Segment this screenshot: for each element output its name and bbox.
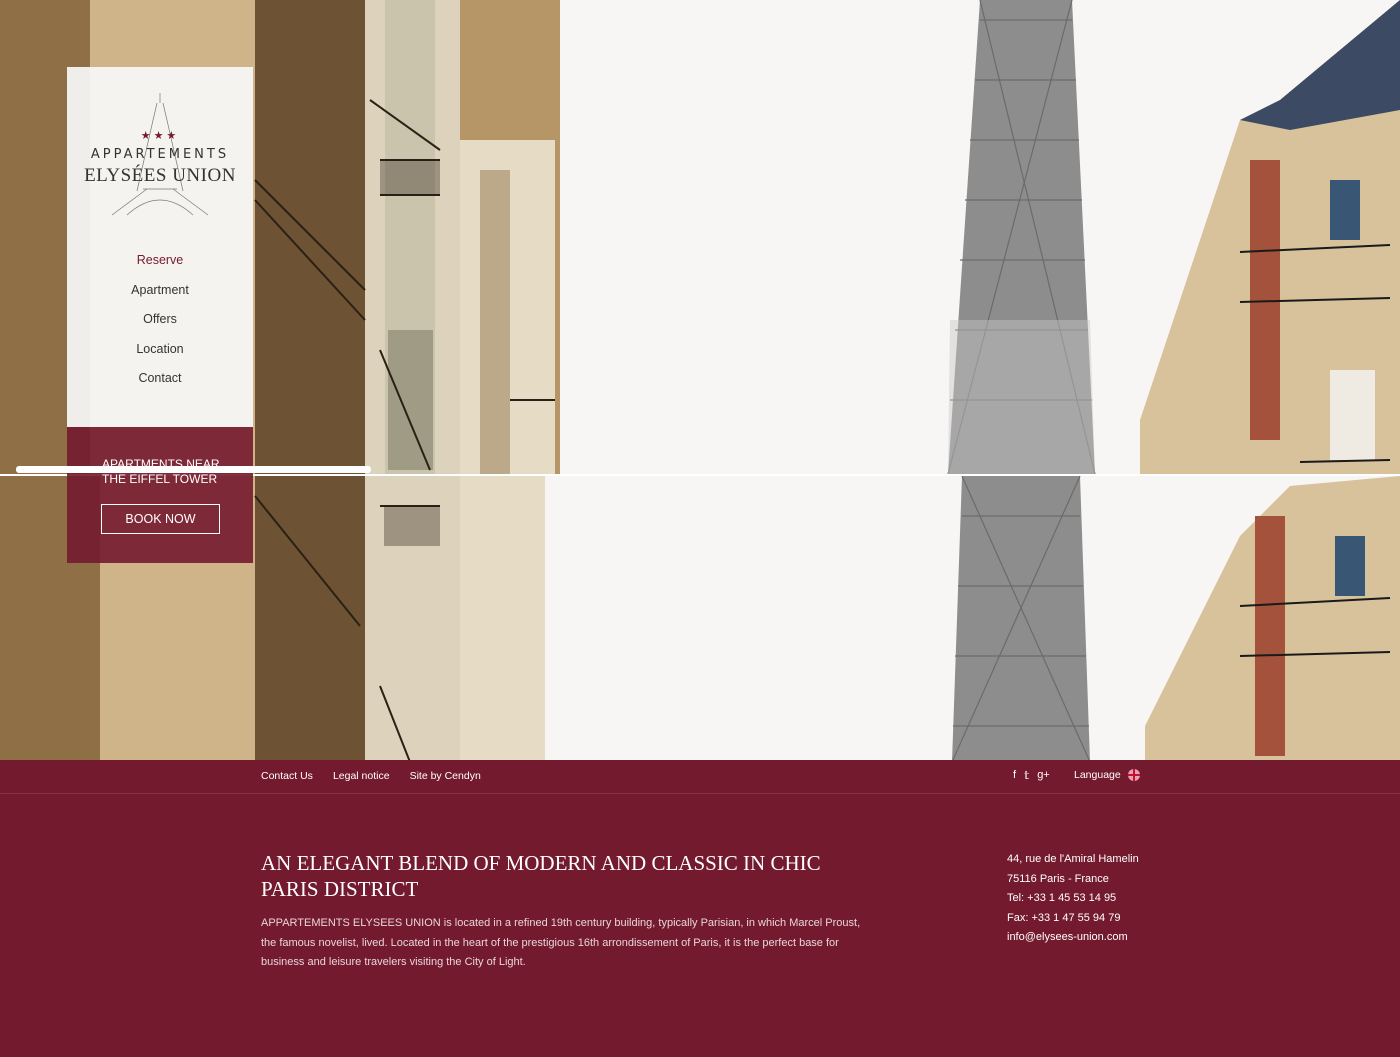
phone-number[interactable]: Tel: +33 1 45 53 14 95 — [1007, 889, 1207, 909]
hero-divider-bar — [16, 466, 371, 473]
footer-bar: Contact Us Legal notice Site by Cendyn f… — [0, 760, 1400, 794]
nav-item-contact[interactable]: Contact — [67, 368, 253, 398]
logo-title-line2: ELYSÉES UNION — [84, 165, 236, 186]
about-heading: AN ELEGANT BLEND OF MODERN AND CLASSIC I… — [261, 851, 821, 901]
contact-info: 44, rue de l'Amiral Hamelin 75116 Paris … — [1007, 850, 1207, 948]
logo[interactable]: ★★★ APPARTEMENTS ELYSÉES UNION — [67, 89, 253, 219]
uk-flag-icon — [1127, 769, 1140, 781]
nav-item-apartment[interactable]: Apartment — [67, 280, 253, 310]
footer-links: Contact Us Legal notice Site by Cendyn — [261, 770, 481, 782]
about-section: AN ELEGANT BLEND OF MODERN AND CLASSIC I… — [261, 850, 861, 973]
address-line1: 44, rue de l'Amiral Hamelin — [1007, 853, 1139, 865]
language-selector[interactable]: Language — [1074, 769, 1140, 781]
nav-item-reserve[interactable]: Reserve — [67, 250, 253, 280]
email-link[interactable]: info@elysees-union.com — [1007, 928, 1207, 948]
promo-panel — [67, 427, 253, 563]
facebook-icon[interactable]: f — [1013, 769, 1016, 782]
language-label: Language — [1074, 769, 1121, 781]
footer-link-site-by[interactable]: Site by Cendyn — [410, 770, 481, 782]
logo-stars: ★★★ — [140, 130, 180, 142]
footer-link-contact-us[interactable]: Contact Us — [261, 770, 313, 782]
fax-number: Fax: +33 1 47 55 94 79 — [1007, 911, 1121, 924]
about-text: APPARTEMENTS ELYSEES UNION is located in… — [261, 917, 861, 968]
main-nav: Reserve Apartment Offers Location Contac… — [67, 250, 253, 398]
twitter-icon[interactable]: 𝕥 — [1024, 769, 1029, 782]
google-plus-icon[interactable]: g+ — [1037, 769, 1050, 782]
nav-item-offers[interactable]: Offers — [67, 309, 253, 339]
address-line2: 75116 Paris - France — [1007, 872, 1109, 885]
footer-link-legal-notice[interactable]: Legal notice — [333, 770, 390, 782]
sidebar-panel: ★★★ APPARTEMENTS ELYSÉES UNION Reserve A… — [67, 67, 253, 427]
social-links: f 𝕥 g+ — [1013, 769, 1050, 782]
logo-title-line1: APPARTEMENTS — [90, 147, 230, 162]
nav-item-location[interactable]: Location — [67, 339, 253, 369]
book-now-button[interactable]: BOOK NOW — [101, 504, 220, 534]
sidebar: ★★★ APPARTEMENTS ELYSÉES UNION Reserve A… — [67, 67, 253, 563]
